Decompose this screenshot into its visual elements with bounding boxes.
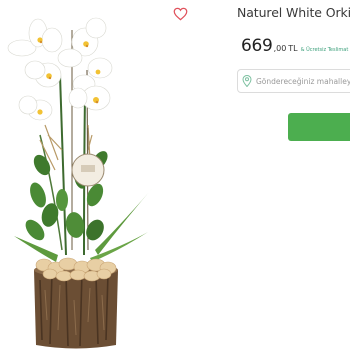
free-shipping-note: & Ücretsiz Teslimat: [300, 47, 349, 53]
delivery-location-field[interactable]: [237, 69, 350, 93]
price-integer: 669: [241, 36, 273, 56]
heart-outline-icon: [173, 7, 187, 21]
location-pin-icon: [242, 75, 252, 87]
price: 669 ,00 TL & Ücretsiz Teslimat: [241, 36, 348, 56]
product-image: [7, 17, 155, 349]
product-page: Naturel White Orkid 669 ,00 TL & Ücretsi…: [0, 0, 350, 350]
favorite-button[interactable]: [171, 5, 189, 23]
price-currency: TL: [288, 44, 298, 53]
add-to-cart-button[interactable]: [288, 113, 350, 141]
price-decimal: ,00: [273, 44, 287, 53]
product-title: Naturel White Orkid: [237, 5, 350, 20]
delivery-location-input[interactable]: [256, 76, 350, 86]
